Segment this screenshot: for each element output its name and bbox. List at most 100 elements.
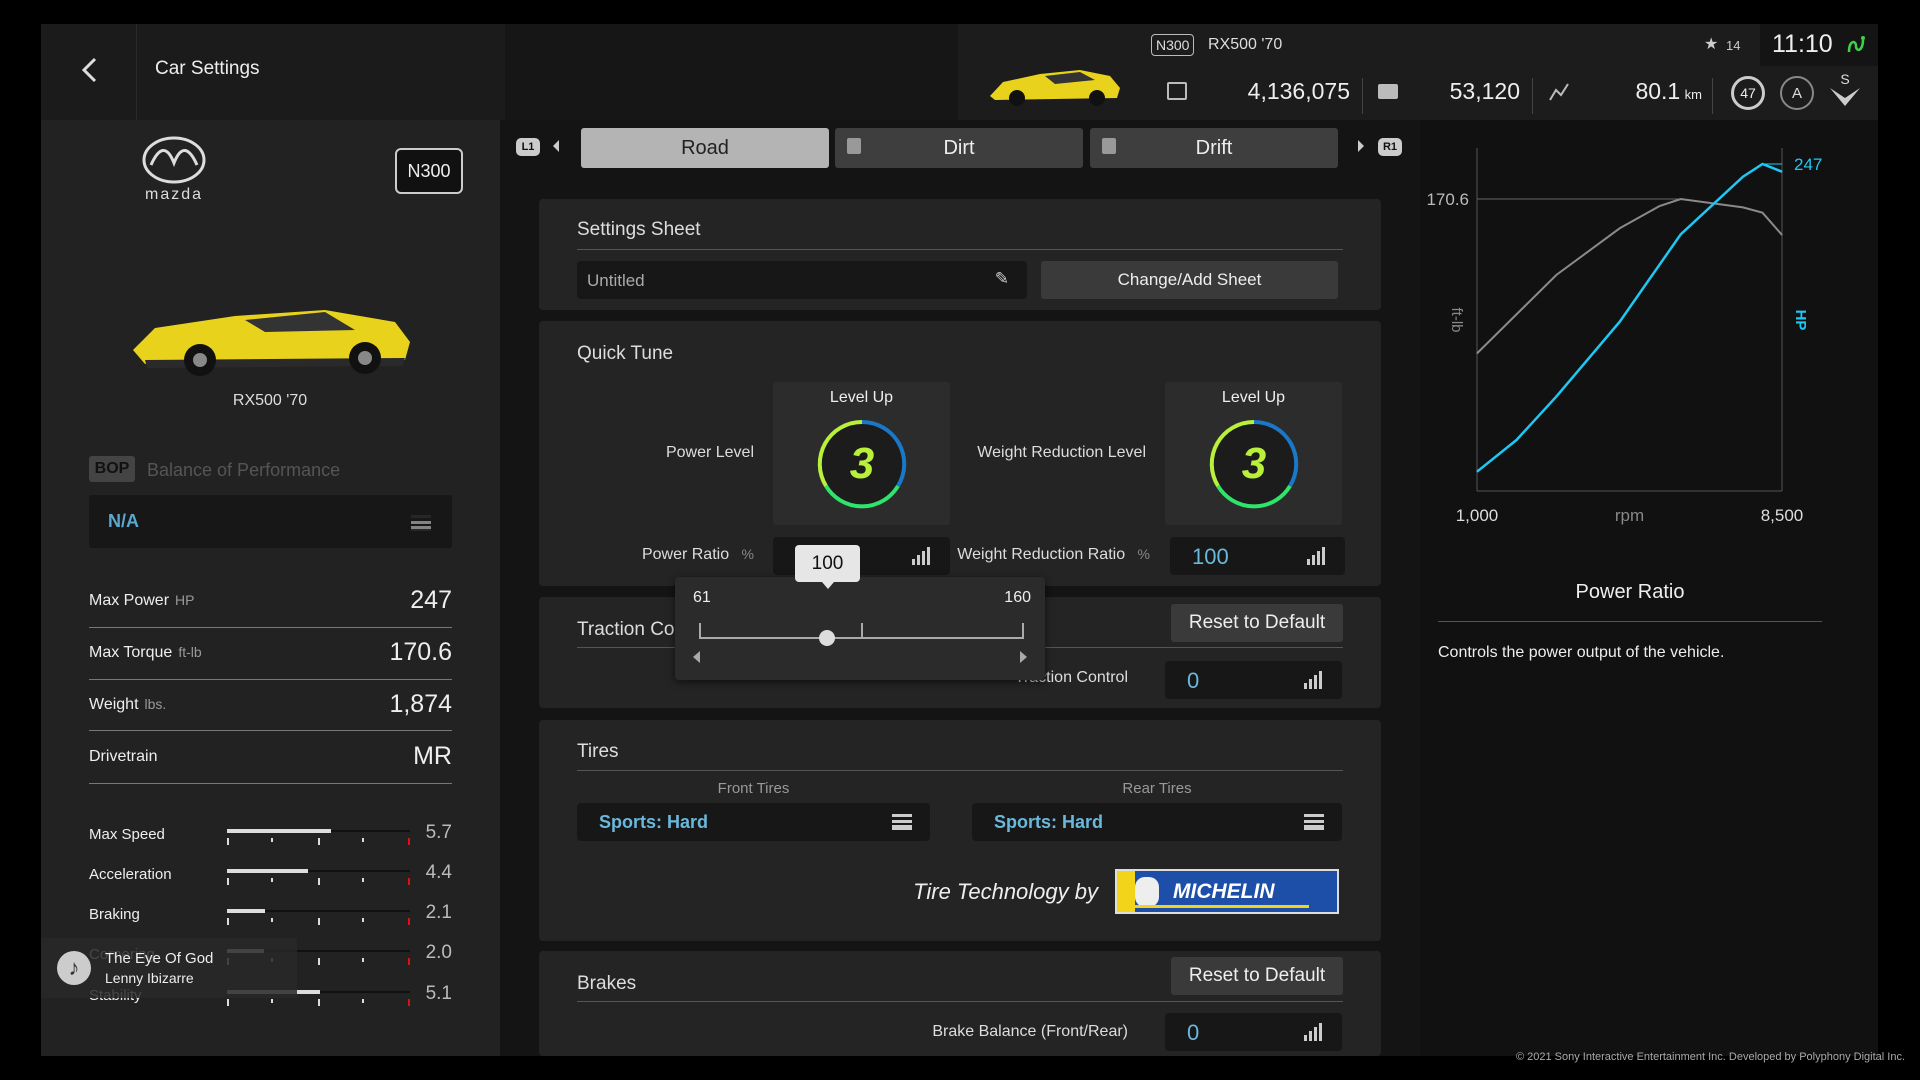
power-peak-label: 247 [1794,155,1822,174]
rank-value: S [1840,71,1850,87]
power-level-label: Power Level [665,444,754,461]
rear-tires-label: Rear Tires [1122,780,1192,797]
brake-balance-value: 0 [1187,1020,1200,1045]
power-level-value: 3 [850,439,874,488]
header-car-image [985,60,1125,113]
front-tires-select[interactable]: Sports: Hard [577,803,930,841]
spec-label: Max Power [89,592,170,609]
bar-tick [317,878,320,885]
performance-row: Acceleration 4.4 [89,862,452,894]
traction-control-input[interactable]: 0 [1165,661,1342,699]
weight-level-gauge: 3 [1209,419,1299,509]
slider-max: 160 [1004,589,1031,606]
car-image [125,280,415,385]
header-left [41,24,505,120]
slider-handle[interactable] [819,630,836,646]
torque-point [1781,234,1783,236]
rank-badge: S [1828,72,1862,112]
weight-ratio-input[interactable]: 100 [1170,537,1345,575]
rear-tires-select[interactable]: Sports: Hard [972,803,1342,841]
bop-value: N/A [108,511,139,531]
logo-underline [1129,905,1309,908]
slider-decrease-icon[interactable] [693,651,700,663]
credits-icon [1167,82,1187,100]
back-button[interactable] [72,52,106,88]
divider [89,783,452,784]
bar-tick [227,918,229,925]
header-class-badge: N300 [1151,34,1195,56]
divider [1362,78,1363,114]
bop-label: Balance of Performance [147,460,341,480]
power-torque-chart: 170.6 247 1,000 8,500 rpm ft-lb HP [1426,148,1822,525]
performance-value: 2.0 [425,942,452,963]
l1-button[interactable]: L1 [516,138,540,156]
mileage-points-value: 53,120 [1449,78,1520,104]
label-text: Weight Reduction Ratio [957,546,1126,563]
spec-value: 1,874 [389,690,452,718]
tab-road[interactable]: Road [581,128,829,168]
performance-row: Max Speed 5.7 [89,822,452,854]
distance-number: 80.1 [1635,78,1681,104]
power-level-up-button[interactable]: Level Up 3 [773,382,950,525]
brake-balance-label: Brake Balance (Front/Rear) [932,1023,1128,1040]
bar-tick [227,878,229,885]
torque-curve [1476,197,1783,355]
performance-label: Braking [89,906,140,923]
bop-select[interactable]: N/A [89,495,452,548]
spec-unit: HP [175,592,195,608]
chevron-left-icon [81,57,97,83]
slider-tick [1022,623,1024,638]
spec-value: 247 [410,586,452,614]
slider-value: 100 [811,552,844,574]
rank-wing-icon [1830,88,1860,106]
bar-tick [408,878,410,885]
tab-prev-arrow-icon[interactable] [553,140,559,152]
x-tick-min: 1,000 [1456,506,1499,525]
divider [1712,78,1713,114]
performance-fill [227,909,266,913]
change-add-sheet-button[interactable]: Change/Add Sheet [1041,261,1338,299]
sheet-name-input[interactable]: Untitled ✎ [577,261,1027,299]
lock-icon [1102,138,1116,154]
brakes-reset-button[interactable]: Reset to Default [1171,957,1343,995]
tab-dirt[interactable]: Dirt [835,128,1083,168]
bar-tick [361,878,364,882]
distance-icon [1548,82,1570,107]
front-tires-value: Sports: Hard [599,812,709,832]
weight-level-up-button[interactable]: Level Up 3 [1165,382,1342,525]
unit: % [741,546,754,562]
spec-max-power: Max Power HP 247 [89,586,452,614]
bar-tick [408,838,410,845]
bar-tick [408,999,410,1006]
power-point [1619,321,1621,323]
divider [577,249,1343,250]
clock: 11:10 [1772,30,1833,58]
tire-technology-text: Tire Technology by [913,879,1098,904]
torque-point [1761,212,1763,214]
spec-label: Weight [89,696,139,713]
tooltip-pointer [822,582,834,589]
tab-drift[interactable]: Drift [1090,128,1338,168]
r1-button[interactable]: R1 [1378,138,1402,156]
performance-value: 4.4 [425,862,452,883]
slider-min: 61 [693,589,711,606]
pencil-icon: ✎ [994,269,1009,288]
power-point [1761,163,1763,165]
tab-label: Road [681,136,729,159]
tab-next-arrow-icon[interactable] [1358,140,1364,152]
performance-value: 2.1 [425,902,452,923]
y-left-axis-label: ft-lb [1448,307,1465,332]
now-playing: ♪ The Eye Of God Lenny Ibizarre [41,938,297,998]
traction-reset-button[interactable]: Reset to Default [1171,604,1343,642]
card-title: Tires [577,741,619,762]
performance-fill [227,829,332,833]
slider-tick [861,623,863,638]
tab-label: Drift [1195,136,1233,159]
brake-balance-input[interactable]: 0 [1165,1013,1342,1051]
bar-tick [227,838,229,845]
power-point [1515,439,1517,441]
slider-increase-icon[interactable] [1020,651,1027,663]
song-artist: Lenny Ibizarre [105,970,194,986]
divider [89,730,452,731]
performance-bar [227,829,410,845]
